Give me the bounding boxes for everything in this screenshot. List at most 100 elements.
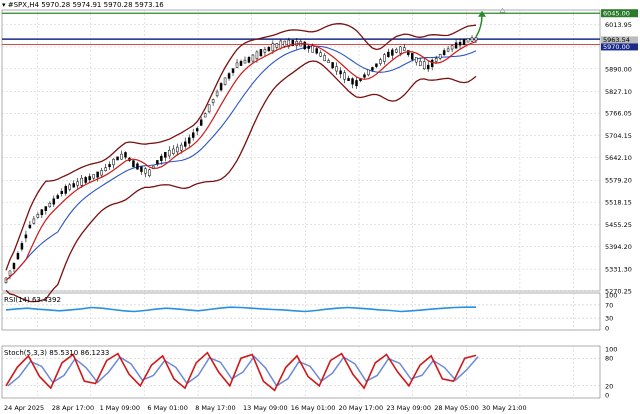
candle-body <box>180 144 183 151</box>
candle-body <box>243 59 247 64</box>
candle-body <box>327 60 330 64</box>
candle-body <box>132 160 135 168</box>
price-candle <box>191 128 195 141</box>
rsi-tick-label: 70 <box>605 301 613 309</box>
price-candle <box>104 163 107 172</box>
price-candle <box>211 98 215 106</box>
price-candle <box>379 57 382 66</box>
time-tick-label: 8 May 17:00 <box>195 404 235 412</box>
price-candle <box>199 116 203 127</box>
candle-body <box>355 80 358 87</box>
price-candle <box>207 104 211 114</box>
price-candle <box>430 58 434 71</box>
candle-body <box>28 224 32 229</box>
candle-body <box>323 55 326 61</box>
price-candle <box>88 173 91 184</box>
rsi-label: RSI(14) 63.4392 <box>4 296 61 304</box>
candle-body <box>12 263 16 269</box>
candle-body <box>183 141 187 147</box>
price-candle <box>215 89 219 98</box>
candle-body <box>191 132 195 138</box>
price-candle <box>267 45 271 52</box>
price-candle <box>315 46 318 55</box>
price-candle <box>156 160 159 167</box>
time-tick-label: 16 May 01:00 <box>291 404 336 412</box>
candle-body <box>303 41 306 50</box>
price-candle <box>462 38 466 46</box>
candle-body <box>395 49 398 53</box>
price-candle <box>335 62 338 75</box>
candle-body <box>92 174 95 179</box>
y-tick-label: 5704.15 <box>605 132 632 140</box>
price-candle <box>108 161 111 170</box>
price-candle <box>454 39 458 49</box>
price-chart[interactable]: 6045.006013.955951.055890.005827.105766.… <box>0 0 640 414</box>
price-candle <box>426 61 430 72</box>
y-tick-label: 5455.25 <box>605 221 632 229</box>
candle-body <box>315 48 318 54</box>
candle-body <box>120 153 123 160</box>
candle-body <box>48 203 52 208</box>
price-candle <box>132 159 135 168</box>
resistance-price-label: 6045.00 <box>603 10 630 18</box>
price-candle <box>418 57 422 67</box>
candle-body <box>474 36 478 42</box>
price-candle <box>36 212 40 219</box>
candle-body <box>279 40 283 49</box>
time-tick-label: 24 Apr 2025 <box>4 404 44 412</box>
candle-body <box>124 152 127 158</box>
time-tick-label: 6 May 01:00 <box>147 404 187 412</box>
price-candle <box>458 38 462 49</box>
candle-body <box>40 209 44 216</box>
candle-body <box>195 128 199 132</box>
candle-body <box>223 77 227 86</box>
price-candle <box>442 48 446 56</box>
price-candle <box>40 208 44 219</box>
y-tick-label: 6013.95 <box>605 21 632 29</box>
price-candle <box>183 137 187 149</box>
price-candle <box>327 58 330 64</box>
price-candle <box>172 145 175 156</box>
candle-body <box>219 83 223 91</box>
candle-body <box>263 49 267 53</box>
candle-body <box>454 42 458 49</box>
price-candle <box>403 44 406 51</box>
y-tick-label: 5642.10 <box>605 154 632 162</box>
candle-body <box>239 60 243 66</box>
stoch-tick-label: 100 <box>605 346 617 354</box>
candle-body <box>418 60 422 66</box>
candle-body <box>415 57 418 63</box>
candle-body <box>52 198 56 205</box>
candle-body <box>403 47 406 51</box>
candle-body <box>36 213 40 218</box>
candle-body <box>247 57 251 63</box>
price-candle <box>466 37 470 43</box>
price-candle <box>299 39 302 47</box>
candle-body <box>80 177 83 186</box>
candle-body <box>351 78 354 85</box>
price-candle <box>355 77 358 89</box>
price-candle <box>76 177 79 190</box>
price-candle <box>28 220 32 229</box>
candle-body <box>20 243 24 250</box>
candle-body <box>422 61 426 70</box>
candle-body <box>176 146 179 153</box>
rsi-tick-label: 0 <box>605 325 609 333</box>
price-candle <box>136 162 139 170</box>
price-candle <box>450 44 454 53</box>
stoch-signal-line <box>7 355 479 387</box>
price-candle <box>4 277 8 284</box>
price-candle <box>203 112 207 118</box>
price-candle <box>263 46 267 57</box>
candle-body <box>96 171 99 178</box>
candle-body <box>8 270 12 276</box>
price-candle <box>470 35 474 42</box>
price-candle <box>148 168 151 178</box>
candle-body <box>438 53 442 59</box>
candle-body <box>140 166 143 172</box>
candle-body <box>112 158 115 166</box>
price-candle <box>247 55 251 64</box>
candle-body <box>16 253 20 260</box>
rsi-line <box>5 306 476 313</box>
time-tick-label: 13 May 09:00 <box>243 404 288 412</box>
